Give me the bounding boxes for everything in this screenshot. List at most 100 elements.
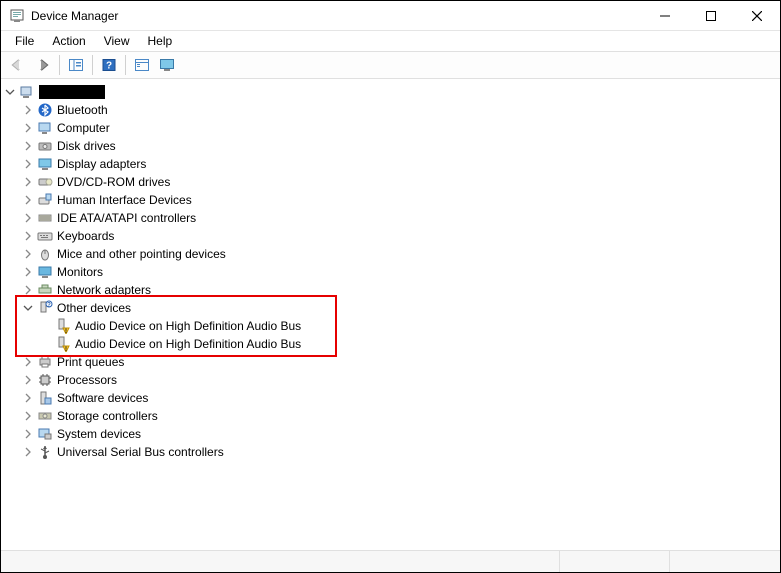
- app-icon: [9, 8, 25, 24]
- expander-icon[interactable]: [21, 139, 35, 153]
- tree-item-keyboards[interactable]: Keyboards: [19, 227, 780, 245]
- tree-item-dvd[interactable]: DVD/CD-ROM drives: [19, 173, 780, 191]
- expander-icon[interactable]: [3, 85, 17, 99]
- tree-item-audio-device[interactable]: ! Audio Device on High Definition Audio B…: [37, 335, 780, 353]
- menubar: File Action View Help: [1, 31, 780, 51]
- tree-item-hid[interactable]: Human Interface Devices: [19, 191, 780, 209]
- software-icon: [37, 390, 53, 406]
- back-button[interactable]: [5, 54, 29, 76]
- expander-icon[interactable]: [21, 301, 35, 315]
- menu-file[interactable]: File: [7, 32, 42, 50]
- ide-icon: [37, 210, 53, 226]
- tree-item-usb[interactable]: Universal Serial Bus controllers: [19, 443, 780, 461]
- tree-item-ide[interactable]: IDE ATA/ATAPI controllers: [19, 209, 780, 227]
- hid-icon: [37, 192, 53, 208]
- monitor-icon: [37, 264, 53, 280]
- disk-icon: [37, 138, 53, 154]
- expander-icon[interactable]: [21, 409, 35, 423]
- tree-content[interactable]: Bluetooth Computer Disk drives Display a…: [1, 79, 780, 550]
- expander-icon[interactable]: [21, 121, 35, 135]
- tree-item-label: IDE ATA/ATAPI controllers: [57, 211, 196, 225]
- svg-text:?: ?: [47, 303, 51, 309]
- dvd-icon: [37, 174, 53, 190]
- cpu-icon: [37, 372, 53, 388]
- toolbar-separator: [59, 55, 60, 75]
- show-hide-tree-button[interactable]: [64, 54, 88, 76]
- tree-item-label: Audio Device on High Definition Audio Bu…: [75, 319, 301, 333]
- tree-item-network[interactable]: Network adapters: [19, 281, 780, 299]
- tree-item-bluetooth[interactable]: Bluetooth: [19, 101, 780, 119]
- tree-item-diskdrives[interactable]: Disk drives: [19, 137, 780, 155]
- tree-item-mice[interactable]: Mice and other pointing devices: [19, 245, 780, 263]
- expander-icon[interactable]: [21, 229, 35, 243]
- tree-item-computer[interactable]: Computer: [19, 119, 780, 137]
- computer-icon: [19, 84, 35, 100]
- tree-item-label: Computer: [57, 121, 110, 135]
- expander-icon[interactable]: [21, 373, 35, 387]
- toolbar-separator: [92, 55, 93, 75]
- display-icon: [37, 156, 53, 172]
- monitor-button[interactable]: [156, 54, 180, 76]
- toolbar: ?: [1, 51, 780, 79]
- expander-icon[interactable]: [21, 445, 35, 459]
- warning-device-icon: !: [55, 336, 71, 352]
- expander-icon[interactable]: [21, 157, 35, 171]
- tree-item-system[interactable]: System devices: [19, 425, 780, 443]
- scan-hardware-button[interactable]: [130, 54, 154, 76]
- root-node[interactable]: [1, 83, 780, 101]
- menu-action[interactable]: Action: [44, 32, 93, 50]
- forward-button[interactable]: [31, 54, 55, 76]
- svg-text:?: ?: [106, 61, 112, 72]
- tree-item-label: Storage controllers: [57, 409, 158, 423]
- close-button[interactable]: [734, 1, 780, 30]
- tree-item-display[interactable]: Display adapters: [19, 155, 780, 173]
- network-icon: [37, 282, 53, 298]
- expander-icon[interactable]: [21, 265, 35, 279]
- device-manager-window: Device Manager File Action View Help ?: [0, 0, 781, 573]
- keyboard-icon: [37, 228, 53, 244]
- svg-text:!: !: [65, 329, 67, 334]
- tree-item-storage[interactable]: Storage controllers: [19, 407, 780, 425]
- usb-icon: [37, 444, 53, 460]
- tree-item-label: Audio Device on High Definition Audio Bu…: [75, 337, 301, 351]
- tree-item-processors[interactable]: Processors: [19, 371, 780, 389]
- tree-item-monitors[interactable]: Monitors: [19, 263, 780, 281]
- expander-icon[interactable]: [21, 193, 35, 207]
- storage-icon: [37, 408, 53, 424]
- tree-item-label: Display adapters: [57, 157, 146, 171]
- expander-icon[interactable]: [21, 427, 35, 441]
- tree-item-label: DVD/CD-ROM drives: [57, 175, 170, 189]
- window-controls: [642, 1, 780, 30]
- maximize-button[interactable]: [688, 1, 734, 30]
- root-label: [39, 85, 105, 100]
- printer-icon: [37, 354, 53, 370]
- tree-item-label: Software devices: [57, 391, 148, 405]
- expander-icon[interactable]: [21, 103, 35, 117]
- tree-item-label: Other devices: [57, 301, 131, 315]
- other-icon: ?: [37, 300, 53, 316]
- help-button[interactable]: ?: [97, 54, 121, 76]
- tree-item-label: Mice and other pointing devices: [57, 247, 226, 261]
- tree-item-printqueues[interactable]: Print queues: [19, 353, 780, 371]
- expander-icon[interactable]: [21, 355, 35, 369]
- tree-item-label: System devices: [57, 427, 141, 441]
- expander-icon[interactable]: [21, 283, 35, 297]
- expander-icon[interactable]: [21, 211, 35, 225]
- expander-icon[interactable]: [21, 175, 35, 189]
- tree-item-label: Bluetooth: [57, 103, 108, 117]
- menu-view[interactable]: View: [96, 32, 138, 50]
- expander-icon[interactable]: [21, 391, 35, 405]
- tree-item-other-devices[interactable]: ? Other devices: [19, 299, 780, 317]
- window-title: Device Manager: [31, 9, 642, 23]
- tree-item-label: Processors: [57, 373, 117, 387]
- menu-help[interactable]: Help: [140, 32, 181, 50]
- computer-icon: [37, 120, 53, 136]
- expander-icon[interactable]: [21, 247, 35, 261]
- tree-item-software[interactable]: Software devices: [19, 389, 780, 407]
- tree-item-label: Universal Serial Bus controllers: [57, 445, 224, 459]
- tree-item-audio-device[interactable]: ! Audio Device on High Definition Audio B…: [37, 317, 780, 335]
- tree-item-label: Monitors: [57, 265, 103, 279]
- tree-item-label: Print queues: [57, 355, 124, 369]
- tree-item-label: Disk drives: [57, 139, 116, 153]
- minimize-button[interactable]: [642, 1, 688, 30]
